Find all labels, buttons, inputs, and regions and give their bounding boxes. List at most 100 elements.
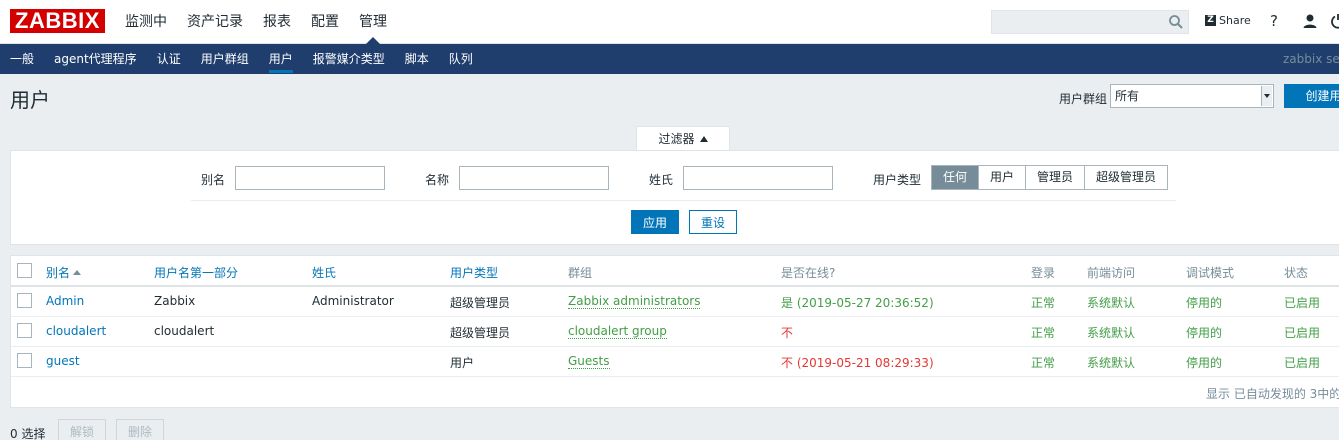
zabbix-share-icon: Z <box>1205 15 1216 26</box>
header-alias[interactable]: 别名 <box>46 264 82 281</box>
reset-button[interactable]: 重设 <box>689 210 737 234</box>
row-checkbox[interactable] <box>17 293 32 308</box>
header-divider <box>11 285 1339 287</box>
share-button[interactable]: Z Share <box>1205 14 1251 27</box>
chevron-down-icon <box>1261 86 1272 106</box>
unblock-button[interactable]: 解锁 <box>58 419 106 440</box>
collapse-arrow-icon <box>699 136 708 142</box>
user-group-select-value: 所有 <box>1115 89 1140 103</box>
alias-filter-label: 别名 <box>201 173 226 187</box>
login-status: 正常 <box>1031 356 1056 370</box>
search-input[interactable] <box>991 10 1189 34</box>
user-type: 超级管理员 <box>450 296 511 310</box>
debug-mode-value[interactable]: 停用的 <box>1186 294 1222 311</box>
menu-configuration[interactable]: 配置 <box>301 0 349 44</box>
filter-tab[interactable]: 过滤器 <box>636 126 730 151</box>
help-icon[interactable]: ? <box>1270 12 1278 30</box>
user-group-link[interactable]: Zabbix administrators <box>568 294 701 309</box>
online-status: 是 (2019-05-27 20:36:52) <box>781 296 934 310</box>
submenu-users[interactable]: 用户 <box>259 44 303 74</box>
header-frontend-access: 前端访问 <box>1087 266 1136 280</box>
menu-inventory[interactable]: 资产记录 <box>177 0 253 44</box>
filter-tab-label: 过滤器 <box>658 132 695 146</box>
header-groups: 群组 <box>568 266 593 280</box>
debug-mode-value[interactable]: 停用的 <box>1186 324 1222 341</box>
filter-panel: 别名 名称 姓氏 用户类型 任何 用户 管理员 超级管理员 应用 重设 <box>10 150 1339 245</box>
submenu-queue[interactable]: 队列 <box>439 44 483 74</box>
user-type: 用户 <box>450 356 475 370</box>
surname-filter-input[interactable] <box>683 166 833 190</box>
status-value[interactable]: 已启用 <box>1284 354 1320 371</box>
search-icon[interactable] <box>1168 14 1184 30</box>
user-surname: Administrator <box>312 294 394 308</box>
user-type-admin[interactable]: 管理员 <box>1025 166 1085 189</box>
create-user-button[interactable]: 创建用户 <box>1284 84 1339 108</box>
online-status: 不 <box>781 326 794 340</box>
login-status: 正常 <box>1031 296 1056 310</box>
row-divider <box>11 376 1339 377</box>
user-profile-icon[interactable] <box>1302 13 1318 29</box>
user-group-select[interactable]: 所有 <box>1110 84 1274 108</box>
delete-button[interactable]: 删除 <box>116 419 164 440</box>
main-menu: 监测中 资产记录 报表 配置 管理 <box>115 0 397 44</box>
row-divider <box>11 316 1339 317</box>
submenu-user-groups[interactable]: 用户群组 <box>191 44 259 74</box>
user-type-any[interactable]: 任何 <box>932 166 979 189</box>
submenu-proxies[interactable]: agent代理程序 <box>44 44 147 74</box>
user-type-filter-label: 用户类型 <box>873 173 922 187</box>
alias-filter-input[interactable] <box>235 166 385 190</box>
header-status: 状态 <box>1284 266 1309 280</box>
filter-divider <box>191 200 1176 201</box>
frontend-access-value[interactable]: 系统默认 <box>1087 294 1135 311</box>
header-name[interactable]: 用户名第一部分 <box>154 264 238 281</box>
submenu-media-types[interactable]: 报警媒介类型 <box>303 44 395 74</box>
header-surname[interactable]: 姓氏 <box>312 264 336 281</box>
select-all-checkbox[interactable] <box>17 263 32 278</box>
submenu: 一般 agent代理程序 认证 用户群组 用户 报警媒介类型 脚本 队列 <box>0 44 483 74</box>
user-type: 超级管理员 <box>450 326 511 340</box>
sort-ascending-icon <box>73 270 82 275</box>
user-type-super-admin[interactable]: 超级管理员 <box>1084 166 1168 189</box>
user-alias-link[interactable]: guest <box>46 354 80 368</box>
share-label: Share <box>1219 14 1251 27</box>
menu-reports[interactable]: 报表 <box>253 0 301 44</box>
status-value[interactable]: 已启用 <box>1284 324 1320 341</box>
header-debug-mode: 调试模式 <box>1186 266 1235 280</box>
user-alias-link[interactable]: Admin <box>46 294 84 308</box>
status-value[interactable]: 已启用 <box>1284 294 1320 311</box>
submenu-general[interactable]: 一般 <box>0 44 44 74</box>
submenu-scripts[interactable]: 脚本 <box>395 44 439 74</box>
user-name: cloudalert <box>154 324 215 338</box>
frontend-access-value[interactable]: 系统默认 <box>1087 324 1135 341</box>
row-divider <box>11 346 1339 347</box>
user-type-user[interactable]: 用户 <box>978 166 1026 189</box>
header-login: 登录 <box>1031 266 1056 280</box>
user-group-label: 用户群组 <box>1059 92 1108 106</box>
row-checkbox[interactable] <box>17 323 32 338</box>
user-group-link[interactable]: Guests <box>568 354 610 369</box>
page-title: 用户 <box>10 88 50 112</box>
header-user-type[interactable]: 用户类型 <box>450 264 498 281</box>
user-type-segmented: 任何 用户 管理员 超级管理员 <box>931 165 1169 190</box>
login-status: 正常 <box>1031 326 1056 340</box>
sign-out-icon[interactable] <box>1330 13 1339 29</box>
user-name: Zabbix <box>154 294 196 308</box>
sub-navigation: 一般 agent代理程序 认证 用户群组 用户 报警媒介类型 脚本 队列 zab… <box>0 44 1339 74</box>
users-table: 别名 用户名第一部分 姓氏 用户类型 群组 是否在线? 登录 前端访问 调试模式… <box>10 255 1339 408</box>
menu-monitoring[interactable]: 监测中 <box>115 0 177 44</box>
menu-administration[interactable]: 管理 <box>349 0 397 44</box>
row-checkbox[interactable] <box>17 353 32 368</box>
header-online: 是否在线? <box>781 266 836 280</box>
frontend-access-value[interactable]: 系统默认 <box>1087 354 1135 371</box>
submenu-authentication[interactable]: 认证 <box>147 44 191 74</box>
user-group-link[interactable]: cloudalert group <box>568 324 667 339</box>
debug-mode-value[interactable]: 停用的 <box>1186 354 1222 371</box>
apply-button[interactable]: 应用 <box>631 210 679 234</box>
name-filter-input[interactable] <box>459 166 609 190</box>
zabbix-logo[interactable]: ZABBIX <box>10 9 105 33</box>
online-status: 不 (2019-05-21 08:29:33) <box>781 356 934 370</box>
selected-count: 0 选择 <box>10 427 46 440</box>
user-alias-link[interactable]: cloudalert <box>46 324 106 338</box>
surname-filter-label: 姓氏 <box>649 173 674 187</box>
table-footer-count: 显示 已自动发现的 3中的 3 <box>1206 387 1339 401</box>
